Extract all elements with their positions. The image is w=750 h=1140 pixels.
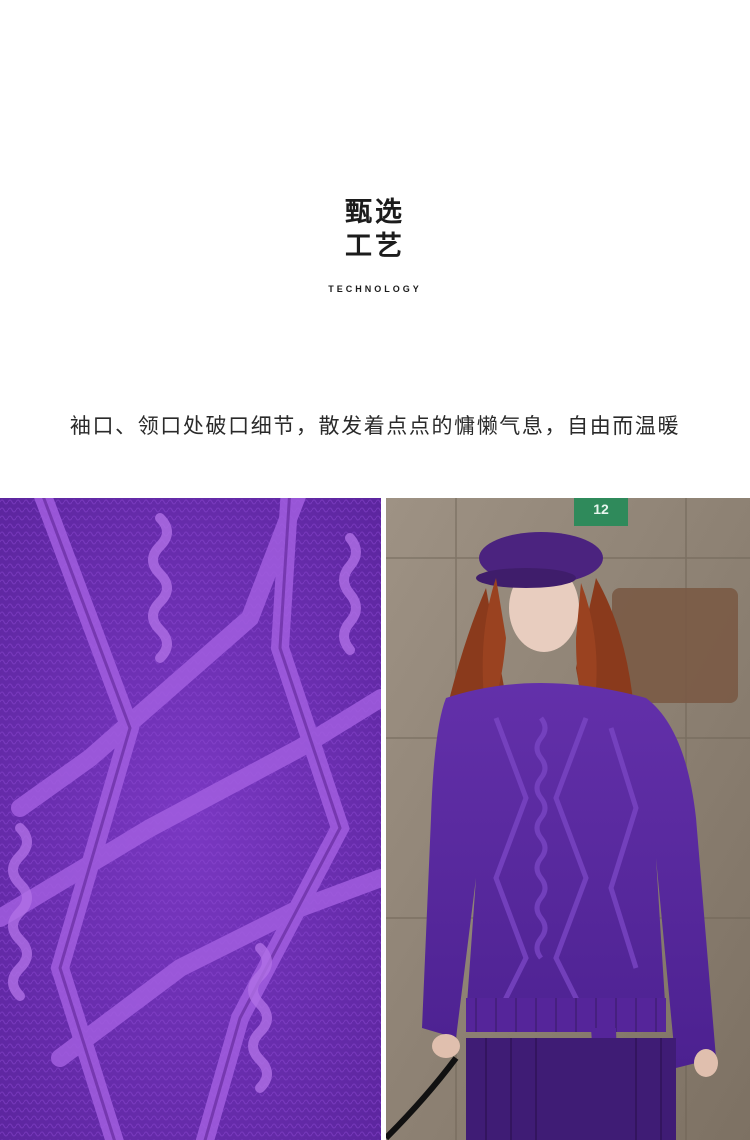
section-heading: 甄选 工艺 TECHNOLOGY <box>0 196 750 294</box>
section-title-line-2: 工艺 <box>345 231 405 262</box>
section-subtitle: TECHNOLOGY <box>328 284 422 294</box>
craft-description: 袖口、领口处破口细节，散发着点点的慵懒气息，自由而温暖 <box>69 414 681 438</box>
knit-texture-photo <box>0 498 381 1140</box>
model-photo: 12 <box>386 498 750 1140</box>
street-sign-number: 12 <box>593 501 609 517</box>
product-detail-page: 甄选 工艺 TECHNOLOGY 袖口、领口处破口细节，散发着点点的慵懒气息，自… <box>0 0 750 1140</box>
section-title-line-1: 甄选 <box>345 197 405 228</box>
